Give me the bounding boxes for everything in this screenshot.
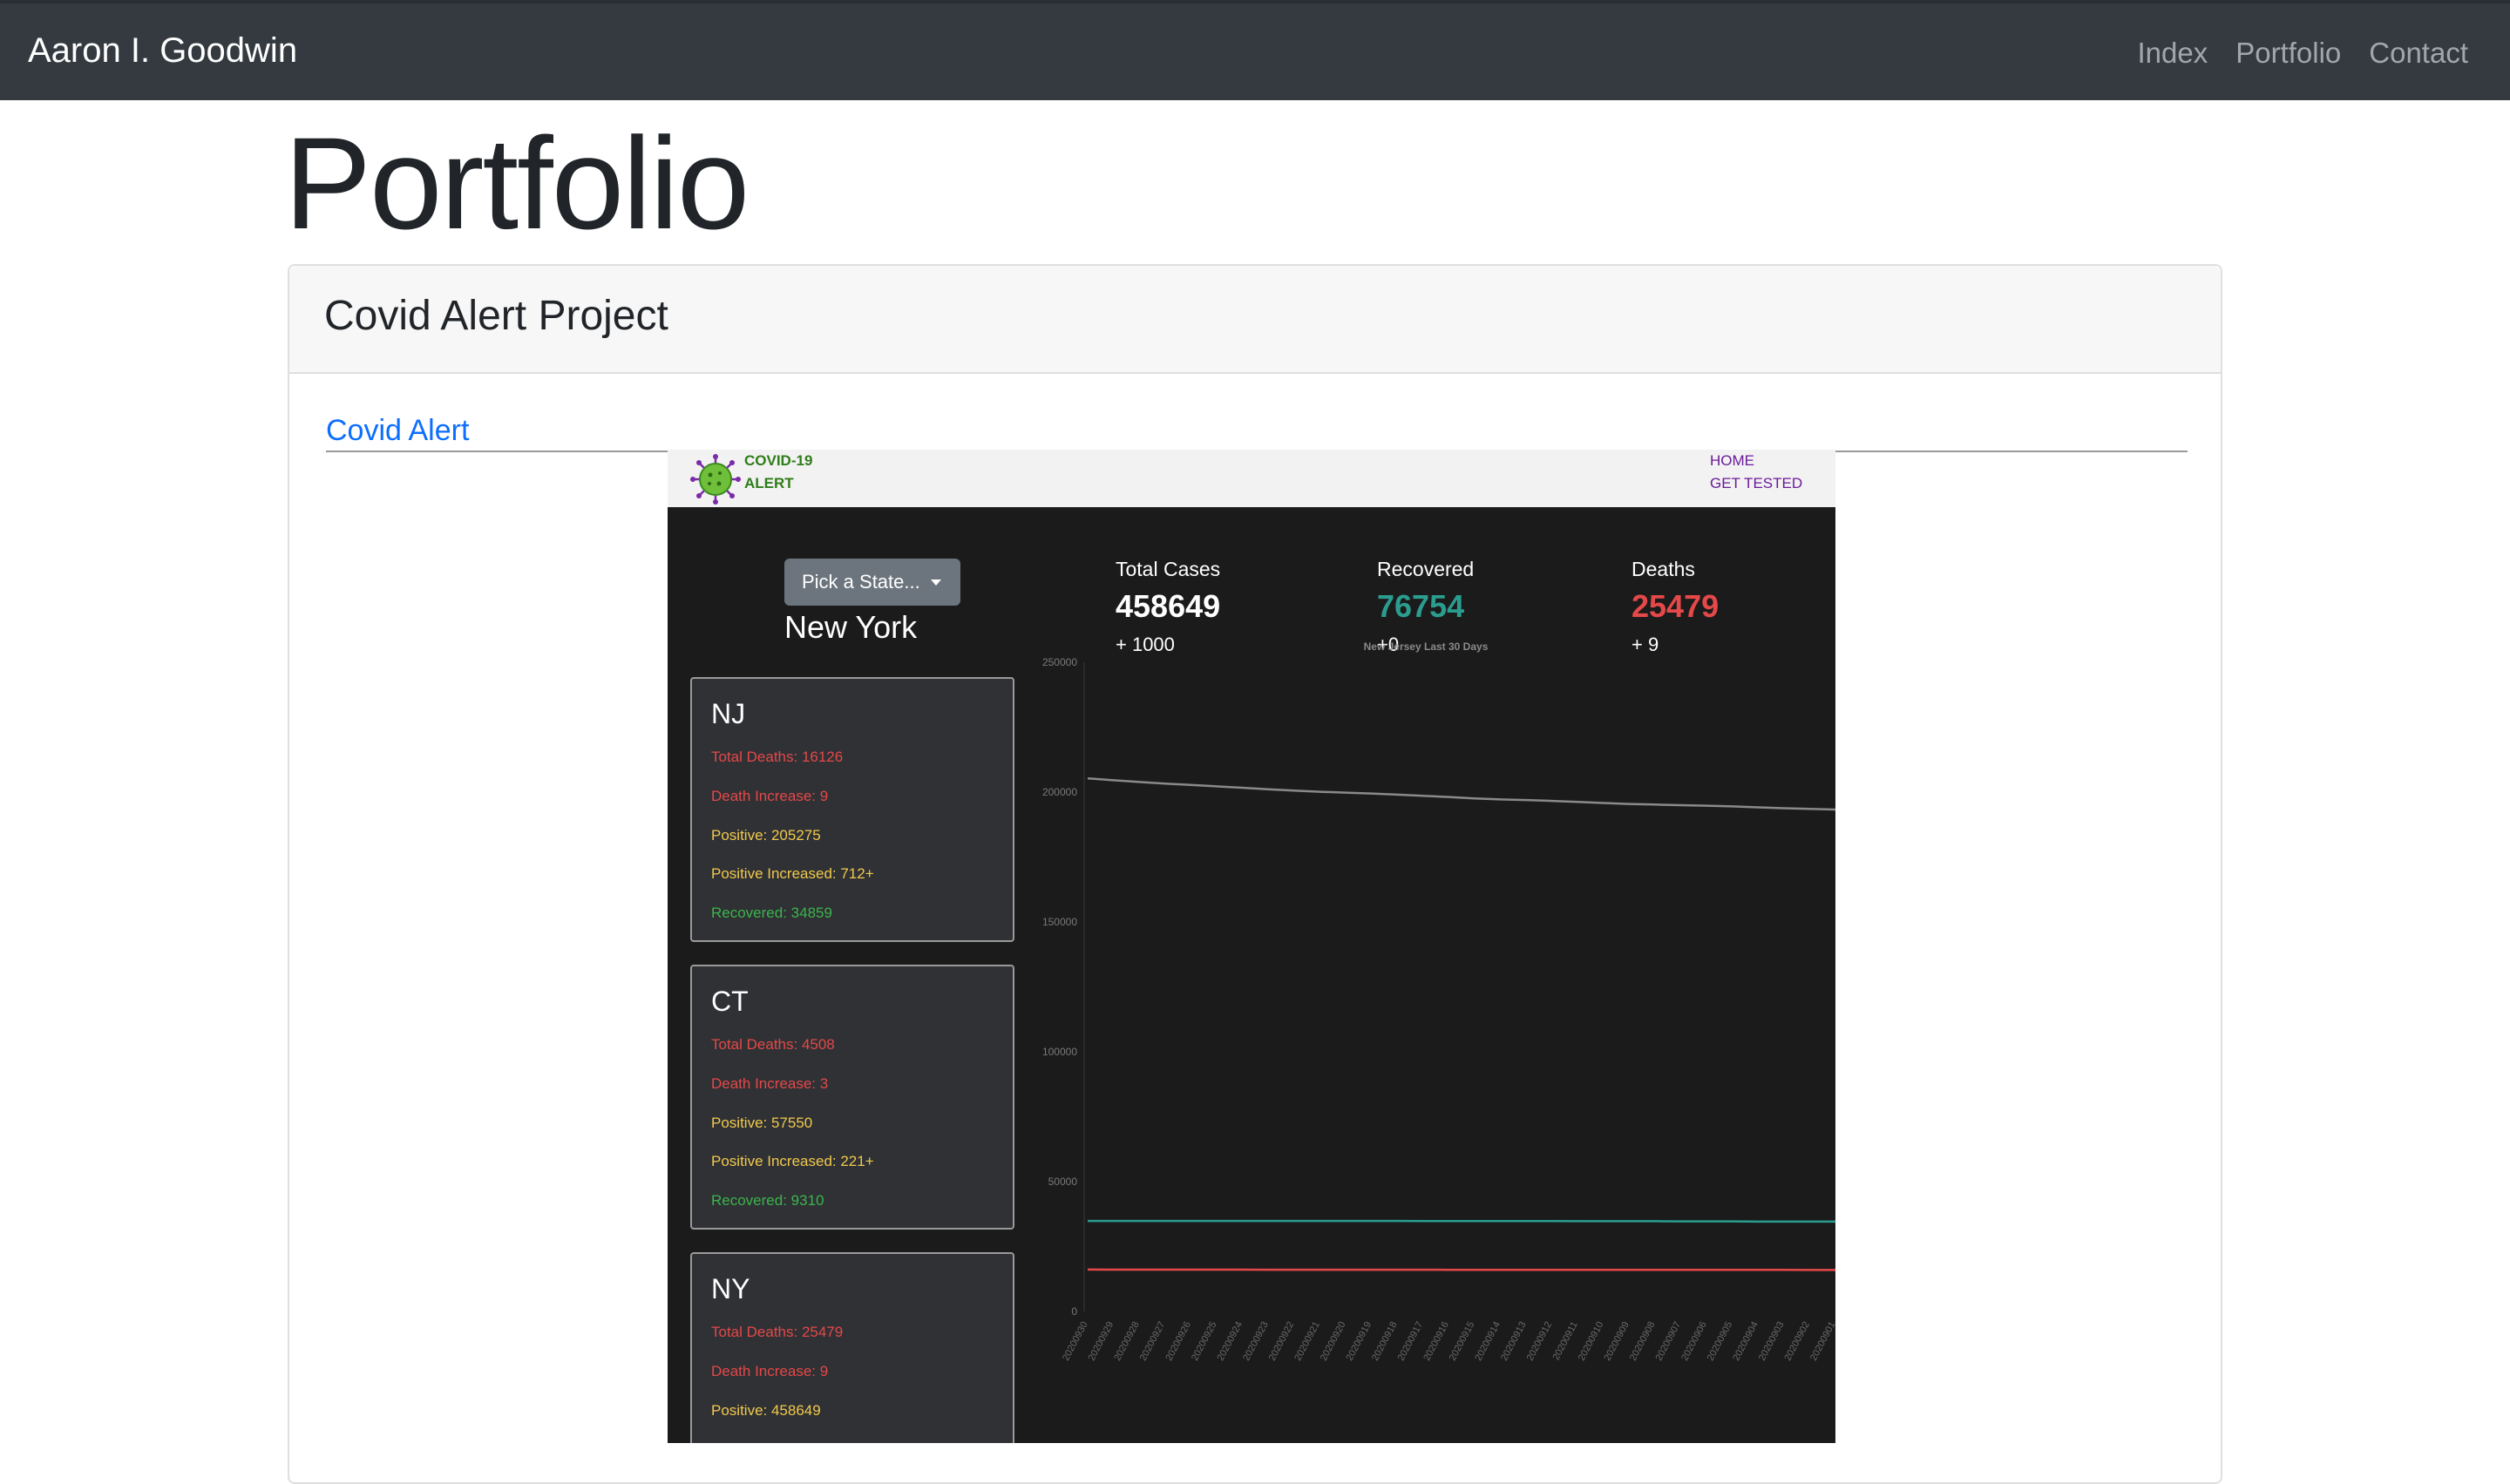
project-screenshot[interactable]: COVID-19 ALERT HOME GET TESTED Pick a St… [668, 450, 1835, 1443]
caret-down-icon [931, 579, 941, 586]
state-card-ny[interactable]: NY Total Deaths: 25479 Death Increase: 9… [690, 1252, 1014, 1443]
x-tick-label: 20200907 [1654, 1320, 1684, 1363]
x-tick-label: 20200903 [1757, 1320, 1787, 1363]
recovered: Recovered: 34859 [711, 905, 832, 921]
x-tick-label: 20200905 [1706, 1320, 1735, 1363]
chart-title: New Jersey Last 30 Days [1364, 640, 1489, 653]
nav-link-contact[interactable]: Contact [2369, 37, 2468, 70]
dropdown-label: Pick a State... [802, 571, 920, 593]
positive: Positive: 205275 [711, 827, 821, 844]
x-tick-label: 20200902 [1782, 1320, 1812, 1363]
stat-label: Total Cases [1116, 558, 1221, 580]
nav-link-index[interactable]: Index [2137, 37, 2208, 70]
x-tick-label: 20200906 [1679, 1320, 1709, 1363]
x-tick-label: 20200927 [1138, 1320, 1168, 1363]
y-tick-label: 50000 [1048, 1176, 1078, 1188]
x-tick-label: 20200922 [1267, 1320, 1297, 1363]
selected-state: New York [784, 609, 918, 645]
stat-label: Deaths [1632, 558, 1695, 580]
positive-increased: Positive Increased: 712+ [711, 865, 874, 882]
x-tick-label: 20200920 [1319, 1320, 1348, 1363]
state-card-nj[interactable]: NJ Total Deaths: 16126 Death Increase: 9… [690, 677, 1014, 942]
recovered: Recovered: 9310 [711, 1192, 824, 1209]
stat-value: 25479 [1632, 588, 1720, 624]
x-tick-label: 20200929 [1087, 1320, 1116, 1363]
x-tick-label: 20200914 [1473, 1320, 1503, 1363]
y-tick-label: 100000 [1042, 1046, 1077, 1058]
y-tick-label: 250000 [1042, 656, 1077, 668]
x-tick-label: 20200913 [1499, 1320, 1529, 1363]
positive: Positive: 458649 [711, 1402, 821, 1419]
x-tick-label: 20200910 [1577, 1320, 1606, 1363]
page-title: Portfolio [284, 110, 750, 256]
embed-nav-get-tested[interactable]: GET TESTED [1710, 472, 1802, 495]
logo-line-2: ALERT [744, 475, 794, 491]
stat-value: 458649 [1116, 588, 1221, 624]
x-tick-label: 20200915 [1448, 1320, 1477, 1363]
x-tick-label: 20200911 [1551, 1320, 1580, 1362]
embed-nav: HOME GET TESTED [1710, 450, 1802, 495]
y-tick-label: 0 [1071, 1305, 1077, 1318]
x-tick-label: 20200904 [1731, 1320, 1760, 1363]
card-header: Covid Alert Project [289, 266, 2221, 374]
line-chart: New Jersey Last 30 Days 0 50000 100000 15000… [1042, 640, 1835, 1363]
y-tick-label: 200000 [1042, 786, 1077, 798]
x-tick-label: 20200916 [1421, 1320, 1451, 1363]
positive: Positive: 57550 [711, 1115, 813, 1131]
series-line-0 [1087, 777, 1835, 811]
project-link[interactable]: Covid Alert [326, 414, 469, 448]
death-increase: Death Increase: 3 [711, 1075, 829, 1092]
x-tick-label: 20200924 [1216, 1320, 1245, 1363]
x-tick-label: 20200923 [1241, 1320, 1271, 1363]
death-increase: Death Increase: 9 [711, 1363, 829, 1379]
x-tick-label: 20200909 [1602, 1320, 1632, 1363]
x-tick-label: 20200926 [1163, 1320, 1193, 1363]
site-brand[interactable]: Aaron I. Goodwin [28, 31, 297, 71]
card-title: Covid Alert Project [324, 293, 668, 339]
series-line-1 [1088, 1219, 1835, 1223]
x-tick-label: 20200908 [1628, 1320, 1658, 1363]
x-tick-label: 20200930 [1061, 1320, 1090, 1363]
pick-state-dropdown[interactable]: Pick a State... [784, 559, 960, 606]
x-tick-label: 20200912 [1525, 1320, 1555, 1363]
state-card-ct[interactable]: CT Total Deaths: 4508 Death Increase: 3 … [690, 965, 1014, 1230]
x-tick-label: 20200917 [1396, 1320, 1426, 1363]
stat-label: Recovered [1377, 558, 1475, 580]
total-deaths: Total Deaths: 4508 [711, 1036, 835, 1053]
total-deaths: Total Deaths: 16126 [711, 749, 844, 765]
x-tick-label: 20200921 [1292, 1320, 1322, 1363]
embed-logo-text: COVID-19 ALERT [744, 450, 812, 495]
nav-links: Index Portfolio Contact [2137, 37, 2468, 70]
total-deaths: Total Deaths: 25479 [711, 1324, 844, 1340]
x-tick-label: 20200901 [1808, 1320, 1835, 1363]
state-abbr: NY [711, 1273, 750, 1304]
x-tick-label: 20200928 [1112, 1320, 1142, 1363]
top-navbar: Aaron I. Goodwin Index Portfolio Contact [0, 0, 2510, 100]
embed-nav-home[interactable]: HOME [1710, 450, 1802, 472]
positive-increased: Positive Increased: 221+ [711, 1153, 874, 1169]
logo-line-1: COVID-19 [744, 452, 813, 469]
stat-value: 76754 [1377, 588, 1465, 624]
x-tick-label: 20200918 [1370, 1320, 1400, 1363]
embed-header: COVID-19 ALERT HOME GET TESTED [668, 450, 1835, 507]
x-tick-label: 20200925 [1190, 1320, 1219, 1363]
series-line-2 [1087, 1268, 1835, 1271]
virus-logo-icon [690, 454, 741, 505]
y-tick-label: 150000 [1042, 916, 1077, 928]
nav-link-portfolio[interactable]: Portfolio [2235, 37, 2341, 70]
death-increase: Death Increase: 9 [711, 788, 829, 804]
state-abbr: CT [711, 986, 749, 1017]
x-tick-label: 20200919 [1345, 1320, 1374, 1363]
state-abbr: NJ [711, 698, 746, 729]
